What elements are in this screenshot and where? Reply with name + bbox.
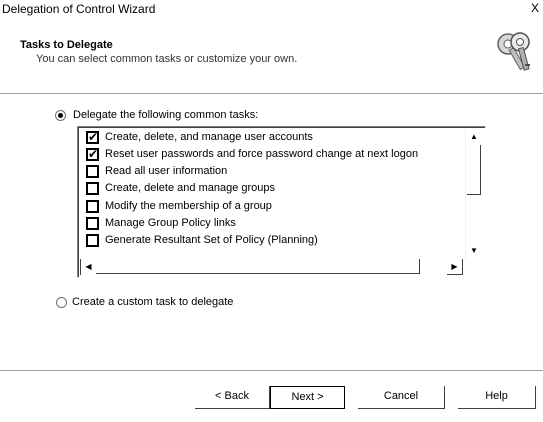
task-checkbox[interactable]: ✔ [86, 130, 99, 144]
task-label: Modify the membership of a group [105, 200, 272, 212]
page-title: Tasks to Delegate [20, 39, 113, 51]
task-checkbox[interactable]: ✔ [86, 147, 99, 161]
common-tasks-list[interactable]: ✔ Create, delete, and manage user accoun… [77, 126, 486, 278]
scroll-down-icon[interactable]: ▼ [466, 243, 482, 259]
next-button[interactable]: Next > [270, 386, 345, 409]
horizontal-scroll-thumb[interactable] [96, 259, 420, 274]
custom-task-label: Create a custom task to delegate [72, 296, 234, 308]
help-button[interactable]: Help [458, 386, 536, 409]
task-item[interactable]: Read all user information [83, 164, 463, 180]
close-icon[interactable]: X [531, 1, 543, 15]
keys-icon [497, 32, 530, 71]
task-checkbox[interactable] [86, 182, 99, 195]
task-item[interactable]: Manage Group Policy links [83, 216, 463, 232]
radio-selected-dot [58, 113, 63, 118]
footer-separator [0, 370, 543, 372]
task-checkbox[interactable] [86, 234, 99, 247]
vertical-scrollbar[interactable]: ▲ ▼ [465, 129, 481, 259]
back-button[interactable]: < Back [195, 386, 270, 409]
page-subtitle: You can select common tasks or customize… [36, 53, 298, 65]
vertical-scroll-thumb[interactable] [467, 145, 481, 195]
scroll-left-icon[interactable]: ◀ [80, 259, 96, 275]
cancel-button[interactable]: Cancel [358, 386, 445, 409]
task-checkbox[interactable] [86, 165, 99, 178]
task-label: Create, delete and manage groups [105, 182, 276, 194]
task-label: Manage Group Policy links [105, 217, 236, 229]
task-item[interactable]: Create, delete and manage groups [83, 181, 463, 197]
task-label: Read all user information [105, 165, 228, 177]
task-label: Create, delete, and manage user accounts [105, 131, 313, 143]
task-label: Generate Resultant Set of Policy (Planni… [105, 234, 318, 246]
scroll-up-icon[interactable]: ▲ [466, 129, 482, 145]
check-icon: ✔ [88, 130, 99, 144]
task-label: Reset user passwords and force password … [105, 148, 419, 160]
task-checkbox[interactable] [86, 200, 99, 213]
task-item[interactable]: ✔ Create, delete, and manage user accoun… [83, 130, 463, 146]
window-title: Delegation of Control Wizard [2, 2, 156, 16]
title-bar: Delegation of Control Wizard X [0, 0, 543, 20]
delegate-common-label: Delegate the following common tasks: [73, 109, 259, 121]
task-checkbox[interactable] [86, 217, 99, 230]
task-item[interactable]: ✔ Reset user passwords and force passwor… [83, 147, 463, 163]
check-icon: ✔ [88, 147, 99, 161]
task-item[interactable]: Modify the membership of a group [83, 199, 463, 215]
custom-task-radio[interactable] [56, 297, 67, 308]
header-separator [0, 93, 543, 95]
horizontal-scrollbar[interactable]: ◀ [80, 259, 465, 275]
scroll-right-icon[interactable]: ▶ [447, 259, 463, 275]
delegate-common-radio[interactable] [55, 110, 66, 121]
task-item[interactable]: Generate Resultant Set of Policy (Planni… [83, 233, 463, 249]
wizard-header: Tasks to Delegate You can select common … [0, 20, 543, 93]
